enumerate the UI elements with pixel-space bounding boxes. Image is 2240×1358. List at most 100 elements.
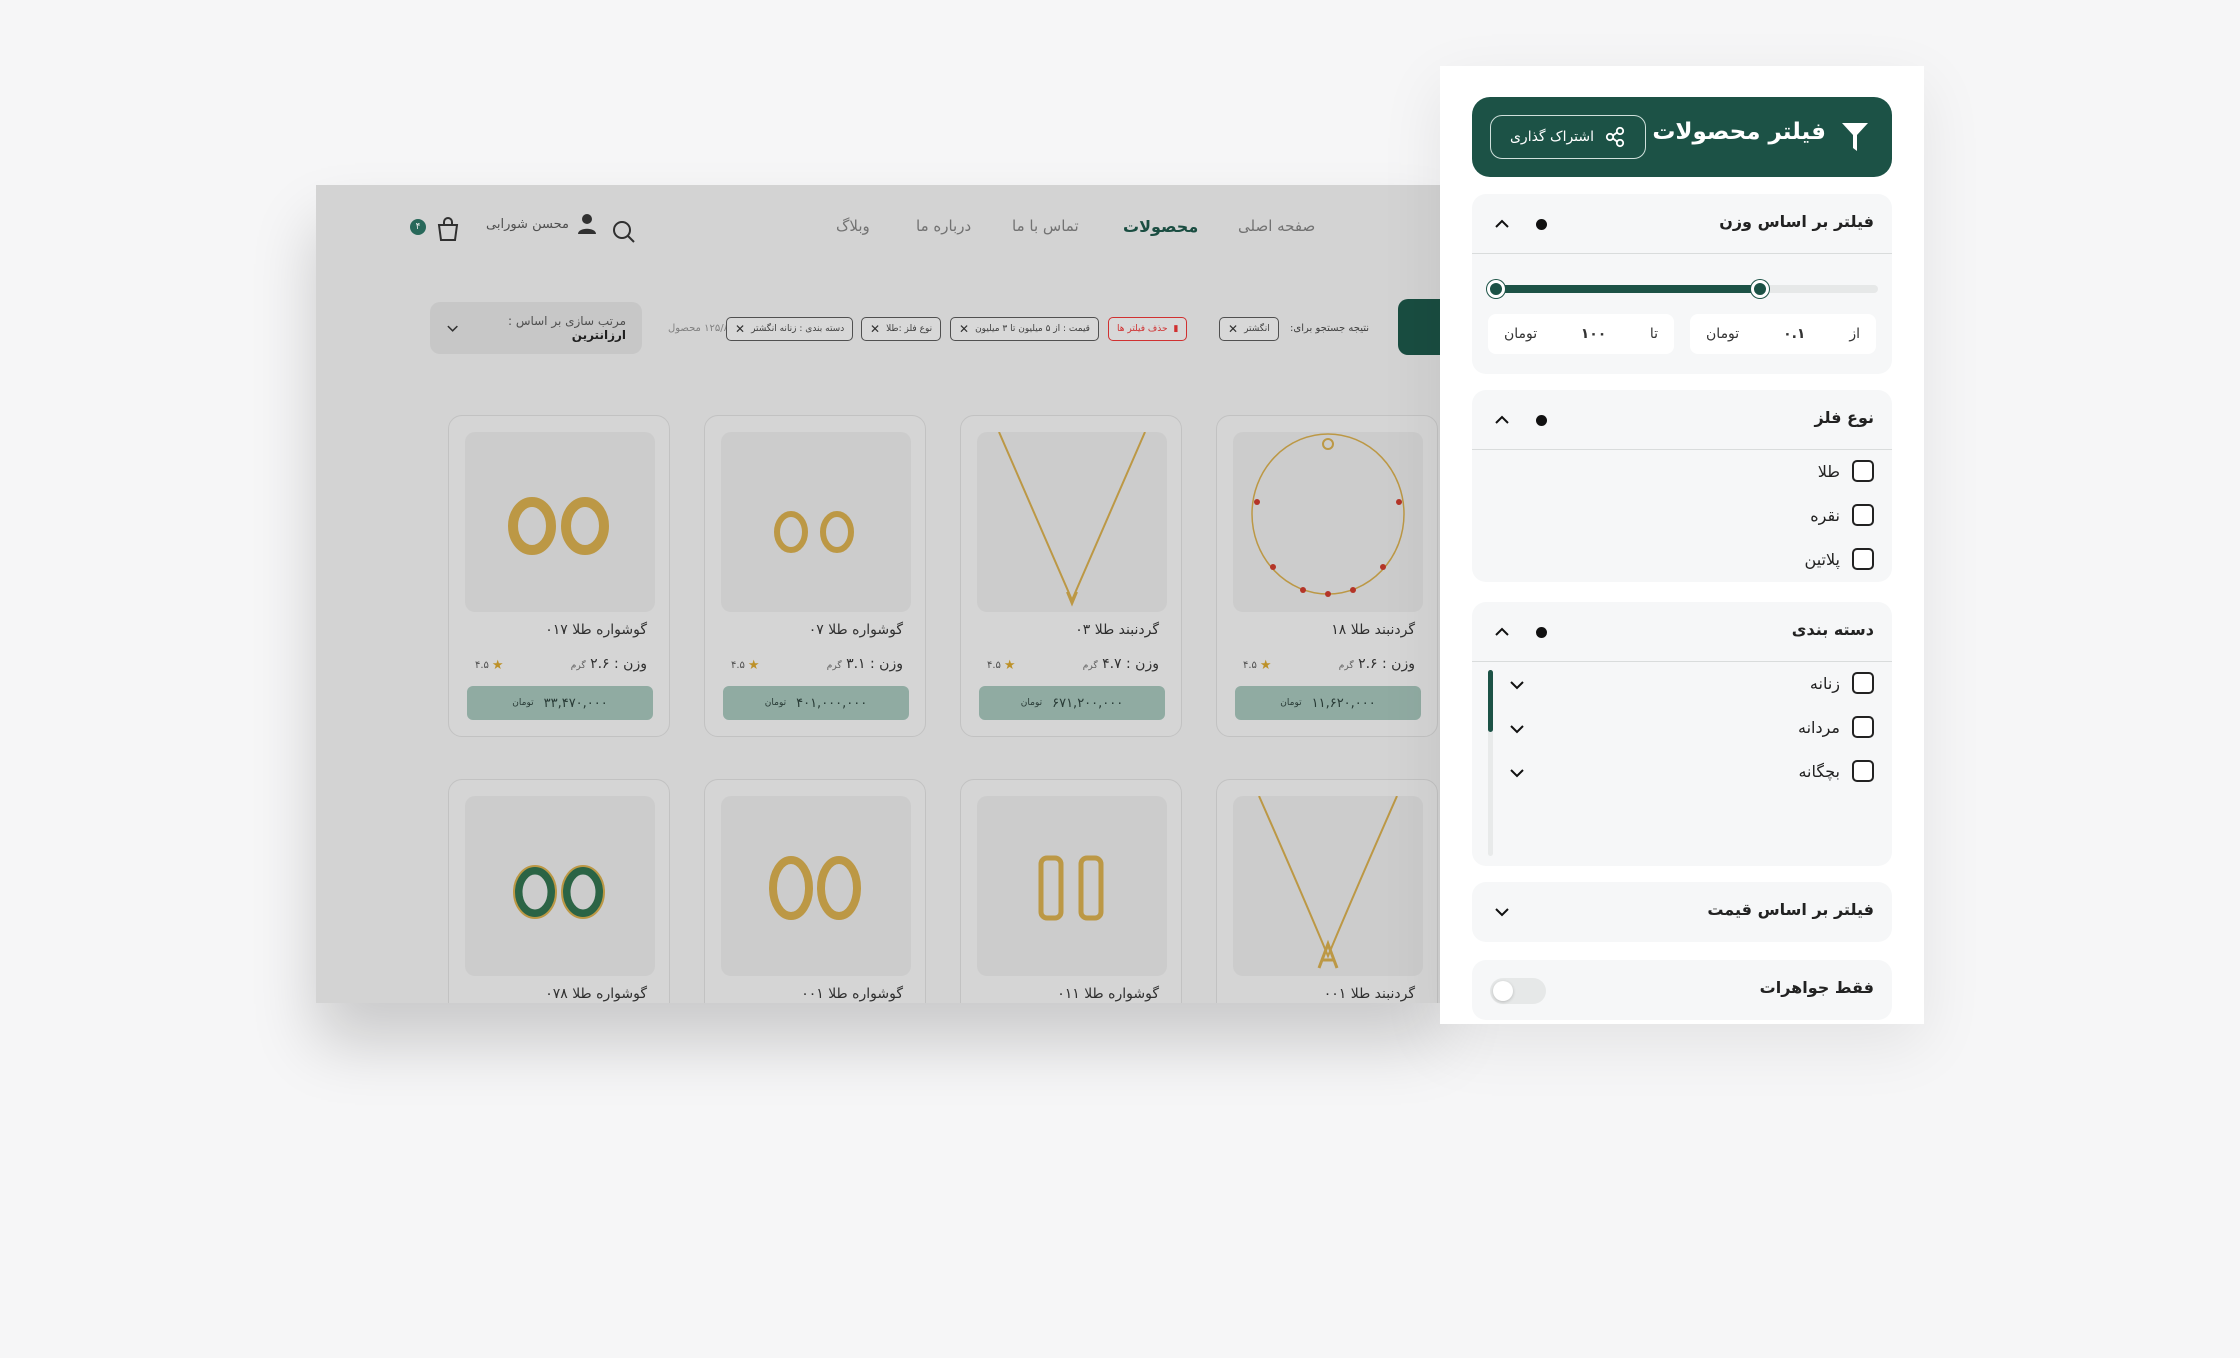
to-label: تا <box>1649 326 1658 342</box>
sort-dropdown[interactable]: مرتب سازی بر اساس : ارزانترین <box>430 302 642 354</box>
active-filter-chip[interactable]: دسته بندی : زنانه انگشتر ✕ <box>726 317 854 341</box>
metal-option[interactable]: پلاتین <box>1805 548 1874 570</box>
user-icon <box>577 214 596 234</box>
to-unit: تومان <box>1504 326 1538 342</box>
active-filter-chip[interactable]: قیمت : از ۵ میلیون تا ۳ میلیون ✕ <box>950 317 1099 341</box>
close-icon[interactable]: ✕ <box>959 322 969 336</box>
clear-filters-button[interactable]: ▮ حذف فیلتر ها <box>1108 317 1188 341</box>
section-title: فیلتر بر اساس قیمت <box>1707 900 1874 919</box>
filter-panel: فیلتر محصولات اشتراک گذاری فیلتر بر اساس… <box>1440 66 1924 1024</box>
from-unit: تومان <box>1706 326 1740 342</box>
checkbox[interactable] <box>1852 760 1874 782</box>
product-card[interactable]: گوشواره طلا ۰۷۸ <box>448 779 670 1003</box>
funnel-icon <box>1842 123 1868 151</box>
active-filter-chip[interactable]: نوع فلز :طلا ✕ <box>861 317 942 341</box>
category-option[interactable]: بچگانه <box>1798 760 1874 782</box>
website-preview: صفحه اصلی محصولات تماس با ما درباره ما و… <box>316 185 1440 1003</box>
user-menu[interactable]: محسن شورابی <box>486 213 597 235</box>
search-icon[interactable] <box>611 219 637 245</box>
product-price[interactable]: ۳۳,۴۷۰,۰۰۰ تومان <box>467 686 653 720</box>
section-title: فقط جواهرات <box>1759 978 1874 997</box>
active-dot <box>1536 627 1547 638</box>
nav-products[interactable]: محصولات <box>1123 217 1198 236</box>
product-weight: وزن : ۲.۶ گرم <box>570 656 647 672</box>
search-term-chip[interactable]: انگشتر ✕ <box>1219 317 1279 341</box>
weight-filter-section: فیلتر بر اساس وزن از ۰.۱ تومان تا ۱۰۰ تو… <box>1472 194 1892 374</box>
weight-filter-header[interactable]: فیلتر بر اساس وزن <box>1472 194 1892 254</box>
product-card[interactable]: گردنبند طلا ۰۰۱ <box>1216 779 1438 1003</box>
share-label: اشتراک گذاری <box>1509 129 1595 145</box>
category-filter-header[interactable]: دسته بندی <box>1472 602 1892 662</box>
product-price[interactable]: ۴۰۱,۰۰۰,۰۰۰ تومان <box>723 686 909 720</box>
star-icon: ★ <box>747 658 760 673</box>
range-to-box[interactable]: تا ۱۰۰ تومان <box>1488 314 1674 354</box>
price-filter-header[interactable]: فیلتر بر اساس قیمت <box>1472 882 1892 942</box>
product-price[interactable]: ۱۱,۶۲۰,۰۰۰ تومان <box>1235 686 1421 720</box>
user-name: محسن شورابی <box>486 216 569 232</box>
product-count: ۱۲۵/۸ محصول <box>668 323 729 334</box>
metal-option[interactable]: نقره <box>1810 504 1874 526</box>
category-scrollbar[interactable] <box>1488 670 1493 856</box>
metal-filter-header[interactable]: نوع فلز <box>1472 390 1892 450</box>
metal-option[interactable]: طلا <box>1818 460 1874 482</box>
product-title: گوشواره طلا ۰۷ <box>808 622 903 638</box>
active-dot <box>1536 219 1547 230</box>
nav-home[interactable]: صفحه اصلی <box>1238 217 1315 235</box>
trash-icon: ▮ <box>1173 324 1179 334</box>
product-rating: ۴.۵ ★ <box>987 658 1016 673</box>
chevron-up-icon[interactable] <box>1492 214 1512 234</box>
from-value: ۰.۱ <box>1783 326 1806 342</box>
product-title: گوشواره طلا ۰۷۸ <box>545 986 647 1002</box>
chevron-down-icon <box>447 325 458 332</box>
product-title: گوشواره طلا ۰۰۱ <box>801 986 903 1002</box>
checkbox[interactable] <box>1852 716 1874 738</box>
checkbox[interactable] <box>1852 504 1874 526</box>
nav-contact[interactable]: تماس با ما <box>1012 217 1079 235</box>
chevron-down-icon[interactable] <box>1508 676 1526 694</box>
jewels-only-toggle[interactable] <box>1490 978 1546 1004</box>
weight-range-slider[interactable] <box>1487 280 1878 298</box>
close-icon[interactable]: ✕ <box>1228 322 1238 336</box>
jewels-only-section: فقط جواهرات <box>1472 960 1892 1020</box>
checkbox[interactable] <box>1852 672 1874 694</box>
toggle-knob <box>1493 981 1513 1001</box>
price-filter-section[interactable]: فیلتر بر اساس قیمت <box>1472 882 1892 942</box>
checkbox[interactable] <box>1852 548 1874 570</box>
star-icon: ★ <box>1259 658 1272 673</box>
product-image <box>721 796 911 976</box>
chevron-up-icon[interactable] <box>1492 410 1512 430</box>
product-card[interactable]: گوشواره طلا ۰۷ وزن : ۳.۱ گرم ۴.۵ ★ ۴۰۱,۰۰… <box>704 415 926 737</box>
scroll-thumb[interactable] <box>1488 670 1493 732</box>
share-button[interactable]: اشتراک گذاری <box>1490 115 1646 159</box>
close-icon[interactable]: ✕ <box>735 322 745 336</box>
chevron-down-icon[interactable] <box>1508 764 1526 782</box>
nav-about[interactable]: درباره ما <box>916 217 971 235</box>
product-card[interactable]: گوشواره طلا ۰۰۱ <box>704 779 926 1003</box>
category-option[interactable]: مردانه <box>1798 716 1874 738</box>
chevron-down-icon[interactable] <box>1508 720 1526 738</box>
product-rating: ۴.۵ ★ <box>475 658 504 673</box>
cart-icon[interactable] <box>434 215 462 243</box>
slider-handle-max[interactable] <box>1750 280 1769 298</box>
section-title: نوع فلز <box>1814 408 1875 427</box>
product-card[interactable]: گردنبند طلا ۱۸ وزن : ۲.۶ گرم ۴.۵ ★ ۱۱,۶۲۰… <box>1216 415 1438 737</box>
product-price[interactable]: ۶۷۱,۲۰۰,۰۰۰ تومان <box>979 686 1165 720</box>
section-title: فیلتر بر اساس وزن <box>1719 212 1874 231</box>
product-card[interactable]: گوشواره طلا ۰۱۱ <box>960 779 1182 1003</box>
active-dot <box>1536 415 1547 426</box>
chevron-down-icon[interactable] <box>1492 902 1512 922</box>
product-weight: وزن : ۴.۷ گرم <box>1082 656 1159 672</box>
search-result-label: نتیجه جستجو برای: <box>1290 323 1370 334</box>
category-option[interactable]: زنانه <box>1810 672 1874 694</box>
slider-handle-min[interactable] <box>1487 280 1505 298</box>
close-icon[interactable]: ✕ <box>870 322 880 336</box>
nav-blog[interactable]: وبلاگ <box>836 217 870 235</box>
product-card[interactable]: گوشواره طلا ۰۱۷ وزن : ۲.۶ گرم ۴.۵ ★ ۳۳,۴۷… <box>448 415 670 737</box>
product-card[interactable]: گردنبند طلا ۰۳ وزن : ۴.۷ گرم ۴.۵ ★ ۶۷۱,۲۰… <box>960 415 1182 737</box>
filter-toggle-button[interactable] <box>1398 299 1440 355</box>
chevron-up-icon[interactable] <box>1492 622 1512 642</box>
product-image <box>465 432 655 612</box>
product-image <box>977 796 1167 976</box>
range-from-box[interactable]: از ۰.۱ تومان <box>1690 314 1876 354</box>
checkbox[interactable] <box>1852 460 1874 482</box>
